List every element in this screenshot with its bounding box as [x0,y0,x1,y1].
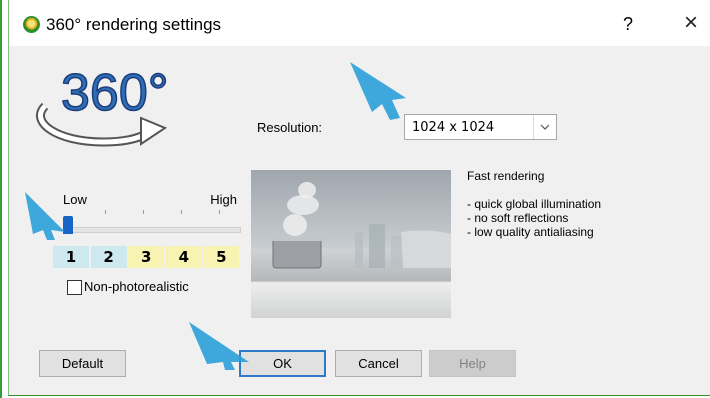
pointer-arrow-icon [350,62,406,120]
quality-high-label: High [210,192,237,207]
pointer-arrow-icon [25,192,65,240]
help-icon[interactable]: ? [623,14,633,35]
title-bar: 360° rendering settings ? × [9,0,710,46]
slider-tick [143,210,144,214]
preview-image [251,170,451,318]
chevron-down-icon[interactable] [533,115,556,139]
cancel-button[interactable]: Cancel [335,350,422,377]
quality-description: Fast rendering - quick global illuminati… [467,169,601,239]
quality-level-2[interactable]: 2 [90,246,127,268]
quality-level-4[interactable]: 4 [165,246,202,268]
resolution-value: 1024 x 1024 [412,120,495,135]
default-button[interactable]: Default [39,350,126,377]
quality-level-3[interactable]: 3 [128,246,165,268]
dialog-window: 360° rendering settings ? × 360° Resolut… [8,0,710,396]
resolution-label: Resolution: [257,120,323,135]
description-title: Fast rendering [467,169,545,183]
window-title: 360° rendering settings [46,15,222,34]
360-logo: 360° [36,63,169,147]
slider-tick [181,210,182,214]
description-bullet: - no soft reflections [467,211,569,225]
non-photorealistic-label: Non-photorealistic [84,279,189,294]
quality-level-1[interactable]: 1 [53,246,89,268]
slider-tick [105,210,106,214]
slider-tick [219,210,220,214]
quality-level-5[interactable]: 5 [203,246,240,268]
logo-text: 360° [61,64,169,122]
quality-slider-track[interactable] [65,227,241,233]
non-photorealistic-checkbox[interactable] [67,280,82,295]
quality-slider-group: Low High 1 2 3 4 5 [53,186,241,268]
close-icon[interactable]: × [677,8,705,38]
description-bullet: - low quality antialiasing [467,225,594,239]
app-icon [23,16,40,33]
resolution-dropdown[interactable]: 1024 x 1024 [404,114,557,140]
description-bullet: - quick global illumination [467,197,602,211]
quality-levels: 1 2 3 4 5 [53,246,241,268]
help-button[interactable]: Help [429,350,516,377]
pointer-arrow-icon [189,322,249,370]
